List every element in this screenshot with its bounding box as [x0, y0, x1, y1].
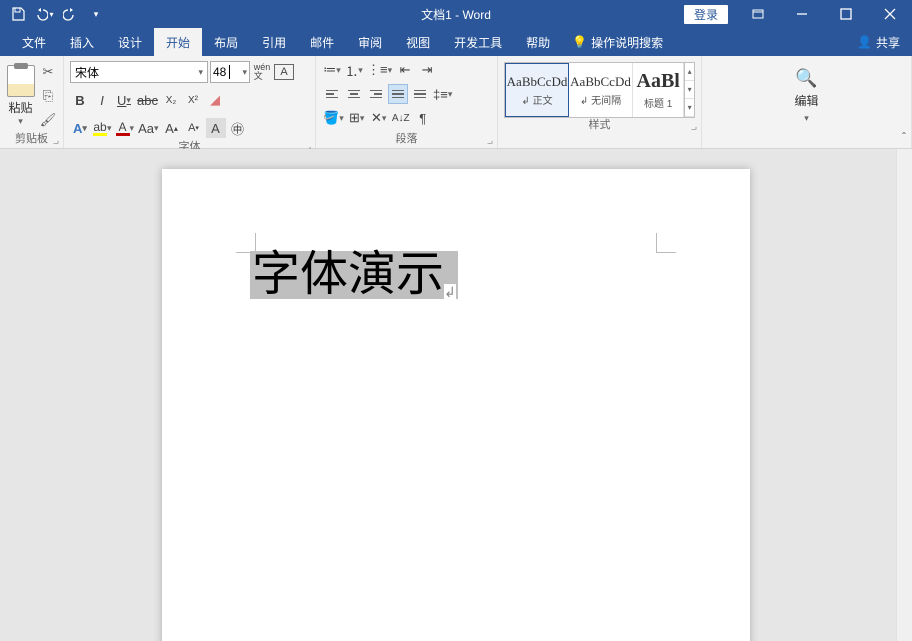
tell-me-label: 操作说明搜索 — [591, 34, 663, 51]
close-icon[interactable] — [868, 0, 912, 28]
cut-icon[interactable]: ✂ — [39, 63, 57, 81]
line-spacing-button[interactable]: ‡≡▾ — [432, 84, 453, 104]
share-button[interactable]: 👤 共享 — [857, 34, 900, 51]
styles-scroll[interactable]: ▴▾▾ — [684, 63, 694, 117]
tab-design[interactable]: 设计 — [106, 28, 154, 56]
ribbon-display-icon[interactable] — [736, 0, 780, 28]
justify-button[interactable] — [388, 84, 408, 104]
group-paragraph: ≔▾ ⒈▾ ⋮≡▾ ⇤ ⇥ ‡≡▾ 🪣▾ ⊞▾ ✕▾ A↓Z ¶ — [316, 56, 498, 148]
paste-button[interactable]: 粘贴 ▾ — [6, 65, 35, 127]
styles-gallery[interactable]: AaBbCcDd ↲ 正文 AaBbCcDd ↲ 无间隔 AaBl 标题 1 ▴… — [504, 62, 695, 118]
find-icon[interactable]: 🔍 — [794, 68, 818, 88]
style-no-spacing[interactable]: AaBbCcDd ↲ 无间隔 — [569, 63, 633, 117]
phonetic-guide-icon[interactable]: wén文 — [252, 62, 272, 82]
multilevel-button[interactable]: ⋮≡▾ — [366, 60, 393, 80]
undo-icon[interactable]: ▾ — [32, 2, 56, 26]
tab-mailings[interactable]: 邮件 — [298, 28, 346, 56]
login-button[interactable]: 登录 — [684, 5, 728, 24]
save-icon[interactable] — [6, 2, 30, 26]
borders-button[interactable]: ⊞▾ — [347, 108, 367, 128]
style-heading1[interactable]: AaBl 标题 1 — [633, 63, 684, 117]
align-center-button[interactable] — [344, 84, 364, 104]
font-size-combo[interactable]: 48▾ — [210, 61, 250, 83]
editing-dropdown-icon[interactable]: ▾ — [804, 113, 809, 124]
bullets-button[interactable]: ≔▾ — [322, 60, 342, 80]
tab-home[interactable]: 开始 — [154, 28, 202, 56]
underline-button[interactable]: U▾ — [114, 90, 134, 110]
change-case-button[interactable]: Aa▾ — [137, 118, 159, 138]
quick-access-toolbar: ▾ ▾ — [0, 2, 108, 26]
title-bar: ▾ ▾ 文档1 - Word 登录 — [0, 0, 912, 28]
font-color-button[interactable]: A▾ — [115, 118, 136, 138]
group-editing: 🔍 编辑 ▾ . — [702, 56, 912, 148]
redo-icon[interactable] — [58, 2, 82, 26]
highlight-button[interactable]: ab▾ — [92, 118, 113, 138]
bold-button[interactable]: B — [70, 90, 90, 110]
tab-insert[interactable]: 插入 — [58, 28, 106, 56]
superscript-button[interactable]: X² — [183, 90, 203, 110]
tell-me[interactable]: 💡 操作说明搜索 — [572, 34, 663, 51]
increase-indent-button[interactable]: ⇥ — [417, 60, 437, 80]
vertical-scrollbar[interactable] — [896, 149, 912, 641]
group-paragraph-title: 段落 — [322, 132, 491, 148]
group-clipboard-title: 剪贴板 — [6, 132, 57, 148]
grow-font-button[interactable]: A▴ — [162, 118, 182, 138]
clear-format-icon[interactable]: ◢ — [205, 90, 225, 110]
lightbulb-icon: 💡 — [572, 35, 587, 49]
ribbon: 粘贴 ▾ ✂ ⎘ 🖌 剪贴板 宋体▾ 48▾ wén文 A — [0, 56, 912, 149]
text-cursor — [229, 65, 230, 79]
shrink-font-button[interactable]: A▾ — [184, 118, 204, 138]
group-font: 宋体▾ 48▾ wén文 A B I U▾ abc X₂ X² ◢ A▾ ab▾ — [64, 56, 316, 148]
align-left-button[interactable] — [322, 84, 342, 104]
paste-icon — [7, 65, 35, 97]
char-shading-icon[interactable]: A — [206, 118, 226, 138]
selected-text[interactable]: 字体演示↲ — [250, 251, 458, 299]
minimize-icon[interactable] — [780, 0, 824, 28]
share-icon: 👤 — [857, 35, 872, 49]
format-painter-icon[interactable]: 🖌 — [39, 111, 57, 129]
tab-file[interactable]: 文件 — [10, 28, 58, 56]
paragraph-mark-icon: ↲ — [444, 284, 456, 300]
collapse-ribbon-icon[interactable]: ˆ — [902, 130, 906, 144]
document-area[interactable]: 字体演示↲ — [0, 149, 912, 641]
qat-more-icon[interactable]: ▾ — [84, 2, 108, 26]
copy-icon[interactable]: ⎘ — [39, 87, 57, 105]
group-clipboard: 粘贴 ▾ ✂ ⎘ 🖌 剪贴板 — [0, 56, 64, 148]
numbering-button[interactable]: ⒈▾ — [344, 60, 364, 80]
sort-button[interactable]: A↓Z — [391, 108, 411, 128]
ribbon-tabs: 文件 插入 设计 开始 布局 引用 邮件 审阅 视图 开发工具 帮助 💡 操作说… — [0, 28, 912, 56]
show-marks-button[interactable]: ¶ — [413, 108, 433, 128]
group-styles: AaBbCcDd ↲ 正文 AaBbCcDd ↲ 无间隔 AaBl 标题 1 ▴… — [498, 56, 702, 148]
align-right-button[interactable] — [366, 84, 386, 104]
tab-developer[interactable]: 开发工具 — [442, 28, 514, 56]
italic-button[interactable]: I — [92, 90, 112, 110]
subscript-button[interactable]: X₂ — [161, 90, 181, 110]
decrease-indent-button[interactable]: ⇤ — [395, 60, 415, 80]
strike-button[interactable]: abc — [136, 90, 159, 110]
page[interactable]: 字体演示↲ — [162, 169, 750, 641]
text-direction-button[interactable]: ✕▾ — [369, 108, 389, 128]
tab-view[interactable]: 视图 — [394, 28, 442, 56]
document-title: 文档1 - Word — [421, 6, 491, 23]
enclose-char-icon[interactable]: ㊥ — [228, 118, 248, 138]
char-border-icon[interactable]: A — [274, 64, 294, 80]
maximize-icon[interactable] — [824, 0, 868, 28]
tab-help[interactable]: 帮助 — [514, 28, 562, 56]
tab-review[interactable]: 审阅 — [346, 28, 394, 56]
tab-references[interactable]: 引用 — [250, 28, 298, 56]
shading-button[interactable]: 🪣▾ — [322, 108, 345, 128]
tab-layout[interactable]: 布局 — [202, 28, 250, 56]
distributed-button[interactable] — [410, 84, 430, 104]
text-effects-button[interactable]: A▾ — [70, 118, 90, 138]
margin-corner-tr — [656, 233, 676, 253]
group-styles-title: 样式 — [504, 118, 695, 134]
font-name-combo[interactable]: 宋体▾ — [70, 61, 208, 83]
style-normal[interactable]: AaBbCcDd ↲ 正文 — [505, 63, 569, 117]
editing-label[interactable]: 编辑 — [794, 92, 818, 109]
